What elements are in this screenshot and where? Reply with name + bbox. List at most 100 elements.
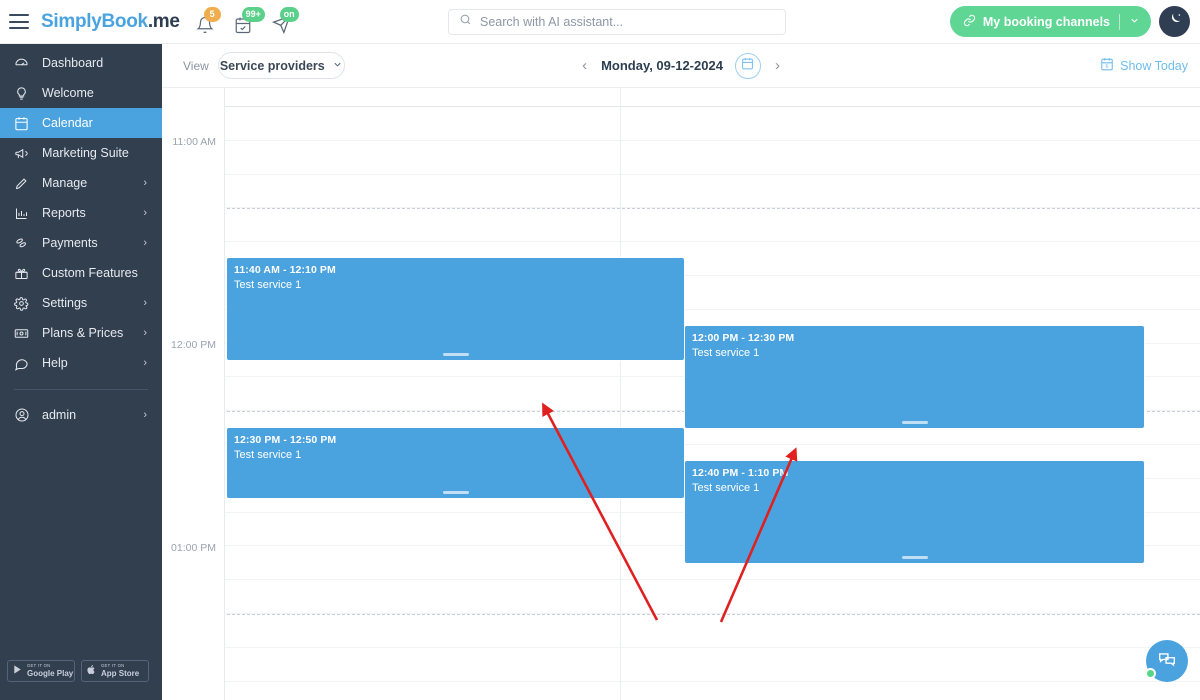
next-day-button[interactable]: › (773, 57, 782, 74)
chevron-down-icon[interactable] (1129, 15, 1140, 29)
time-gutter: 11:00 AM 12:00 PM 01:00 PM (162, 88, 225, 700)
brand-secondary: .me (147, 10, 180, 32)
chat-icon (14, 356, 36, 371)
bell-badge: 5 (203, 6, 221, 22)
sidebar-label: Marketing Suite (42, 146, 129, 160)
app-store-badges: GET IT ON Google Play GET IT ON App Stor… (7, 660, 149, 682)
header-icon-group: 5 99+ on (195, 6, 299, 34)
sidebar-item-admin-account[interactable]: admin › (0, 400, 162, 430)
calendar-content-area: View Service providers ‹ Monday, 09-12-2… (162, 44, 1200, 700)
online-status-indicator (1145, 668, 1156, 679)
play-triangle-icon (12, 662, 23, 680)
grid-slot-line (225, 579, 1200, 581)
time-axis-label: 01:00 PM (171, 542, 216, 554)
app-store-badge[interactable]: GET IT ON App Store (81, 660, 149, 682)
view-label: View (183, 58, 209, 73)
header-right-cluster: My booking channels (949, 6, 1190, 37)
user-circle-icon (14, 407, 36, 423)
paper-plane-icon[interactable]: on (271, 6, 299, 34)
my-booking-channels-button[interactable]: My booking channels (949, 6, 1151, 37)
calendar-icon (14, 116, 36, 131)
store-name: App Store (101, 668, 140, 678)
dashboard-icon (14, 56, 36, 71)
calendar-toolbar: View Service providers ‹ Monday, 09-12-2… (162, 44, 1200, 88)
grid-slot-line (225, 106, 1200, 107)
event-time: 12:40 PM - 1:10 PM (692, 467, 789, 479)
coins-icon (14, 236, 36, 251)
sidebar-label: Welcome (42, 86, 94, 100)
search-input[interactable] (480, 15, 750, 29)
gear-icon (14, 296, 36, 311)
sidebar-label: Help (42, 356, 68, 370)
sidebar-item-dashboard[interactable]: Dashboard (0, 48, 162, 78)
store-name: Google Play (27, 668, 74, 678)
event-service-name: Test service 1 (234, 279, 302, 291)
calendar-event[interactable]: 12:00 PM - 12:30 PM Test service 1 (685, 326, 1144, 428)
calendar-event[interactable]: 11:40 AM - 12:10 PM Test service 1 (227, 258, 684, 360)
view-mode-value: Service providers (219, 58, 325, 73)
calendar-grid-body[interactable]: 11:40 AM - 12:10 PM Test service 1 12:00 P… (162, 88, 1200, 700)
brand-primary: SimplyBook (41, 10, 148, 32)
grid-slot-line (225, 139, 1200, 141)
grid-slot-line (225, 646, 1200, 648)
sidebar-item-calendar[interactable]: Calendar (0, 108, 162, 138)
calendar-badge: 99+ (241, 6, 265, 22)
column-divider (620, 88, 621, 700)
grid-hour-line (162, 208, 1200, 209)
calendar-event[interactable]: 12:40 PM - 1:10 PM Test service 1 (685, 461, 1144, 563)
chat-widget[interactable] (1145, 640, 1188, 682)
top-header-bar: SimplyBook .me 5 99+ on Search with AI a… (0, 0, 1200, 44)
sidebar-item-help[interactable]: Help › (0, 348, 162, 378)
moon-icon (1167, 11, 1183, 32)
calendar-grid[interactable]: 11:00 AM 12:00 PM 01:00 PM 11:40 AM - 12:1… (162, 88, 1200, 700)
show-today-button[interactable]: 6 Show Today (1100, 57, 1188, 74)
search-icon (459, 13, 472, 31)
google-play-badge[interactable]: GET IT ON Google Play (7, 660, 75, 682)
calendar-event[interactable]: 12:30 PM - 12:50 PM Test service 1 (227, 428, 684, 498)
calendar-6-icon: 6 (1100, 57, 1114, 74)
sidebar-item-payments[interactable]: Payments › (0, 228, 162, 258)
chevron-down-icon (332, 59, 343, 73)
view-mode-select[interactable]: Service providers (217, 52, 345, 79)
sidebar-item-settings[interactable]: Settings › (0, 288, 162, 318)
event-time: 11:40 AM - 12:10 PM (234, 264, 336, 276)
dark-mode-toggle[interactable] (1159, 6, 1190, 37)
sidebar-item-manage[interactable]: Manage › (0, 168, 162, 198)
chat-bubbles-icon (1156, 648, 1178, 675)
event-resize-handle[interactable] (901, 556, 928, 559)
sidebar-item-welcome[interactable]: Welcome (0, 78, 162, 108)
search-container (448, 9, 786, 35)
sidebar-item-marketing-suite[interactable]: Marketing Suite (0, 138, 162, 168)
sidebar-label: Calendar (42, 116, 93, 130)
chevron-right-icon: › (143, 206, 147, 219)
apple-icon (86, 662, 97, 680)
messages-badge: on (279, 6, 299, 22)
store-tagline: GET IT ON (101, 663, 125, 669)
search-box[interactable] (448, 9, 786, 35)
date-navigation: ‹ Monday, 09-12-2024 › (571, 52, 791, 79)
link-icon (963, 14, 976, 30)
event-service-name: Test service 1 (692, 482, 760, 494)
bell-icon[interactable]: 5 (195, 6, 221, 34)
event-resize-handle[interactable] (901, 421, 928, 424)
sidebar-item-custom-features[interactable]: Custom Features (0, 258, 162, 288)
svg-text:6: 6 (1106, 64, 1109, 70)
megaphone-icon (14, 146, 36, 161)
sidebar-item-reports[interactable]: Reports › (0, 198, 162, 228)
sidebar-label: Plans & Prices (42, 326, 124, 340)
time-axis-label: 12:00 PM (171, 339, 216, 351)
sidebar-item-plans-and-prices[interactable]: Plans & Prices › (0, 318, 162, 348)
chevron-right-icon: › (143, 296, 147, 309)
event-resize-handle[interactable] (442, 353, 469, 356)
grid-slot-line (225, 241, 1200, 243)
event-resize-handle[interactable] (442, 491, 469, 494)
calendar-check-icon[interactable]: 99+ (234, 6, 265, 34)
sidebar-divider (14, 389, 148, 390)
previous-day-button[interactable]: ‹ (580, 57, 589, 74)
date-picker-button[interactable] (734, 52, 761, 79)
grid-slot-line (225, 680, 1200, 682)
hamburger-icon[interactable] (9, 14, 29, 29)
calendar-icon (741, 57, 754, 75)
app-logo[interactable]: SimplyBook .me (41, 11, 180, 33)
chevron-right-icon: › (143, 176, 147, 189)
